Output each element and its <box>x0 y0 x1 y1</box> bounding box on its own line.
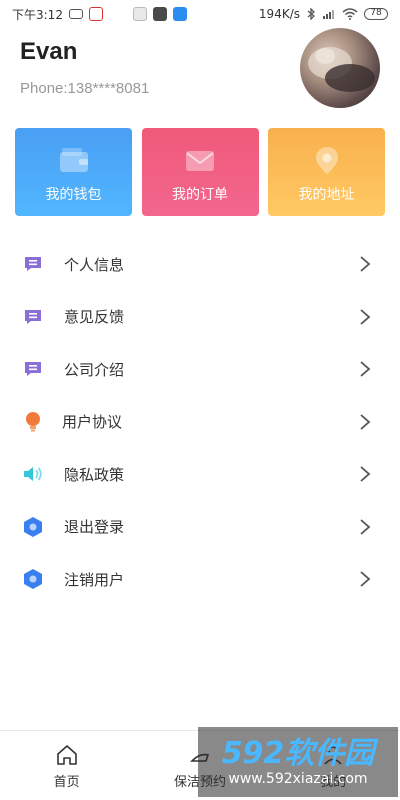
menu-item-personal-info[interactable]: 个人信息 <box>0 238 400 291</box>
signal-icon <box>323 10 334 19</box>
hexagon-icon <box>22 568 44 590</box>
app-notification-icon <box>132 7 147 21</box>
quick-cards: 我的钱包 我的订单 我的地址 <box>15 128 385 216</box>
speaker-icon <box>22 463 44 485</box>
user-name: Evan <box>20 38 78 65</box>
wifi-icon <box>342 8 358 20</box>
watermark-brand: 592软件园 <box>221 736 375 771</box>
chevron-right-icon <box>360 256 371 272</box>
wallet-card[interactable]: 我的钱包 <box>15 128 132 216</box>
network-speed: 194K/s <box>258 7 300 21</box>
wallet-icon <box>59 148 88 172</box>
menu-item-logout[interactable]: 退出登录 <box>0 501 400 554</box>
address-card[interactable]: 我的地址 <box>268 128 385 216</box>
watermark-url: www.592xiazai.com <box>228 771 368 787</box>
message-square-icon <box>22 253 44 275</box>
menu-item-label: 个人信息 <box>64 255 125 274</box>
address-card-label: 我的地址 <box>298 187 355 203</box>
status-right: 194K/s 78 <box>259 7 388 21</box>
menu-item-delete-account[interactable]: 注销用户 <box>0 553 400 606</box>
site-watermark: 592软件园 www.592xiazai.com <box>198 727 398 797</box>
hexagon-icon <box>22 516 44 538</box>
menu-item-label: 隐私政策 <box>64 465 125 484</box>
lightbulb-icon <box>22 411 44 433</box>
battery-icon: 78 <box>364 8 388 20</box>
menu-item-company-intro[interactable]: 公司介绍 <box>0 343 400 396</box>
menu-item-feedback[interactable]: 意见反馈 <box>0 291 400 344</box>
tab-home-label: 首页 <box>53 775 80 790</box>
chevron-right-icon <box>360 309 371 325</box>
chevron-right-icon <box>360 414 371 430</box>
menu-item-label: 退出登录 <box>64 518 125 537</box>
tab-home[interactable]: 首页 <box>0 731 133 790</box>
chevron-right-icon <box>360 571 371 587</box>
location-pin-icon <box>315 147 338 174</box>
menu-item-label: 用户协议 <box>62 413 123 432</box>
chevron-right-icon <box>360 519 371 535</box>
menu-item-label: 意见反馈 <box>64 308 125 327</box>
wallet-card-label: 我的钱包 <box>45 187 102 203</box>
play-store-notification-icon <box>88 7 103 21</box>
chevron-right-icon <box>360 466 371 482</box>
menu-item-label: 注销用户 <box>64 570 125 589</box>
message-square-icon <box>22 306 44 328</box>
profile-header: Evan Phone:138****8081 <box>0 28 400 118</box>
menu-item-user-agreement[interactable]: 用户协议 <box>0 396 400 449</box>
avatar[interactable] <box>300 28 380 108</box>
browser-notification-icon <box>172 7 187 21</box>
order-card[interactable]: 我的订单 <box>141 128 259 216</box>
avatar-image <box>308 47 375 92</box>
menu-item-label: 公司介绍 <box>64 360 125 379</box>
bluetooth-icon <box>307 8 315 20</box>
status-bar: 下午3:12 194K/s 78 <box>0 0 400 28</box>
user-phone: Phone:138****8081 <box>20 80 150 97</box>
settings-menu: 个人信息 意见反馈 公司介绍 用户协议 隐私政策 退出登录 注销用户 <box>0 238 400 606</box>
envelope-icon <box>186 151 214 171</box>
status-time: 下午3:12 <box>12 7 63 22</box>
chevron-right-icon <box>360 361 371 377</box>
chat-notification-icon <box>68 9 83 19</box>
status-left: 下午3:12 <box>12 6 187 23</box>
message-square-icon <box>22 358 44 380</box>
order-card-label: 我的订单 <box>172 187 228 203</box>
menu-item-privacy-policy[interactable]: 隐私政策 <box>0 448 400 501</box>
home-icon <box>56 745 77 765</box>
download-notification-icon <box>152 7 167 21</box>
